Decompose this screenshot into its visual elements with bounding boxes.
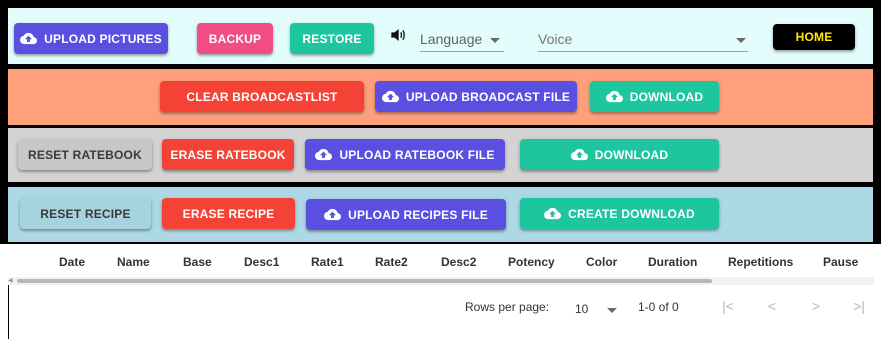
home-button[interactable]: HOME — [773, 24, 855, 50]
column-header-repetitions[interactable]: Repetitions — [728, 255, 793, 269]
erase-recipe-label: ERASE RECIPE — [182, 206, 275, 221]
reset-ratebook-button[interactable]: RESET RATEBOOK — [18, 139, 152, 170]
previous-page-icon[interactable]: < — [763, 298, 781, 314]
create-download-label: CREATE DOWNLOAD — [568, 206, 695, 221]
left-border-line — [8, 285, 9, 339]
column-header-desc1[interactable]: Desc1 — [244, 255, 279, 269]
ratebook-download-button[interactable]: DOWNLOAD — [520, 139, 719, 170]
caret-down-icon — [736, 38, 746, 43]
restore-label: RESTORE — [302, 31, 362, 46]
cloud-upload-icon — [315, 148, 333, 161]
clear-broadcastlist-button[interactable]: CLEAR BROADCASTLIST — [160, 81, 364, 112]
upload-pictures-label: UPLOAD PICTURES — [44, 31, 162, 46]
language-placeholder: Language — [420, 31, 483, 47]
last-page-icon[interactable]: >| — [850, 298, 868, 314]
horizontal-scrollbar[interactable]: ◀ — [8, 277, 874, 285]
erase-ratebook-button[interactable]: ERASE RATEBOOK — [162, 139, 294, 170]
caret-down-icon — [607, 308, 617, 313]
reset-recipe-button[interactable]: RESET RECIPE — [20, 198, 151, 229]
table-header: Date Name Base Desc1 Rate1 Rate2 Desc2 P… — [0, 244, 881, 277]
upload-ratebook-file-label: UPLOAD RATEBOOK FILE — [339, 147, 495, 162]
column-header-pause[interactable]: Pause — [823, 255, 858, 269]
cloud-upload-icon — [544, 207, 562, 220]
pagination-range: 1-0 of 0 — [638, 300, 679, 314]
column-header-rate1[interactable]: Rate1 — [311, 255, 344, 269]
backup-button[interactable]: BACKUP — [197, 23, 273, 54]
scroll-left-arrow-icon[interactable]: ◀ — [8, 278, 13, 284]
reset-ratebook-label: RESET RATEBOOK — [28, 147, 142, 162]
broadcast-download-button[interactable]: DOWNLOAD — [590, 81, 719, 112]
erase-recipe-button[interactable]: ERASE RECIPE — [162, 198, 295, 229]
column-header-rate2[interactable]: Rate2 — [375, 255, 408, 269]
voice-placeholder: Voice — [538, 31, 573, 47]
cloud-upload-icon — [570, 148, 588, 161]
caret-down-icon — [490, 38, 500, 43]
cloud-upload-icon — [381, 90, 399, 103]
column-header-desc2[interactable]: Desc2 — [441, 255, 476, 269]
rows-per-page-label: Rows per page: — [465, 300, 550, 314]
clear-broadcastlist-label: CLEAR BROADCASTLIST — [186, 89, 338, 104]
next-page-icon[interactable]: > — [807, 298, 825, 314]
cloud-upload-icon — [324, 208, 342, 221]
rows-per-page-select[interactable]: 10 — [575, 301, 620, 319]
backup-label: BACKUP — [208, 31, 262, 46]
ratebook-download-label: DOWNLOAD — [594, 147, 669, 162]
voice-select[interactable]: Voice — [538, 30, 748, 52]
create-download-button[interactable]: CREATE DOWNLOAD — [520, 198, 719, 229]
reset-recipe-label: RESET RECIPE — [40, 206, 131, 221]
language-select[interactable]: Language — [420, 30, 504, 52]
column-header-date[interactable]: Date — [59, 255, 85, 269]
restore-button[interactable]: RESTORE — [290, 23, 374, 54]
upload-recipes-file-label: UPLOAD RECIPES FILE — [348, 207, 488, 222]
rows-per-page-value: 10 — [575, 302, 589, 316]
column-header-name[interactable]: Name — [117, 255, 150, 269]
column-header-base[interactable]: Base — [183, 255, 212, 269]
upload-broadcast-file-button[interactable]: UPLOAD BROADCAST FILE — [375, 81, 577, 112]
speaker-icon — [391, 29, 405, 41]
upload-ratebook-file-button[interactable]: UPLOAD RATEBOOK FILE — [305, 139, 505, 170]
erase-ratebook-label: ERASE RATEBOOK — [170, 147, 286, 162]
column-header-potency[interactable]: Potency — [508, 255, 555, 269]
cloud-upload-icon — [20, 32, 38, 45]
first-page-icon[interactable]: |< — [719, 298, 737, 314]
scrollbar-thumb[interactable] — [17, 279, 712, 283]
upload-pictures-button[interactable]: UPLOAD PICTURES — [14, 23, 168, 54]
broadcast-download-label: DOWNLOAD — [629, 89, 704, 104]
column-header-duration[interactable]: Duration — [648, 255, 697, 269]
home-label: HOME — [795, 30, 833, 44]
upload-recipes-file-button[interactable]: UPLOAD RECIPES FILE — [306, 199, 506, 230]
column-header-color[interactable]: Color — [586, 255, 617, 269]
cloud-upload-icon — [605, 90, 623, 103]
upload-broadcast-file-label: UPLOAD BROADCAST FILE — [405, 89, 571, 104]
